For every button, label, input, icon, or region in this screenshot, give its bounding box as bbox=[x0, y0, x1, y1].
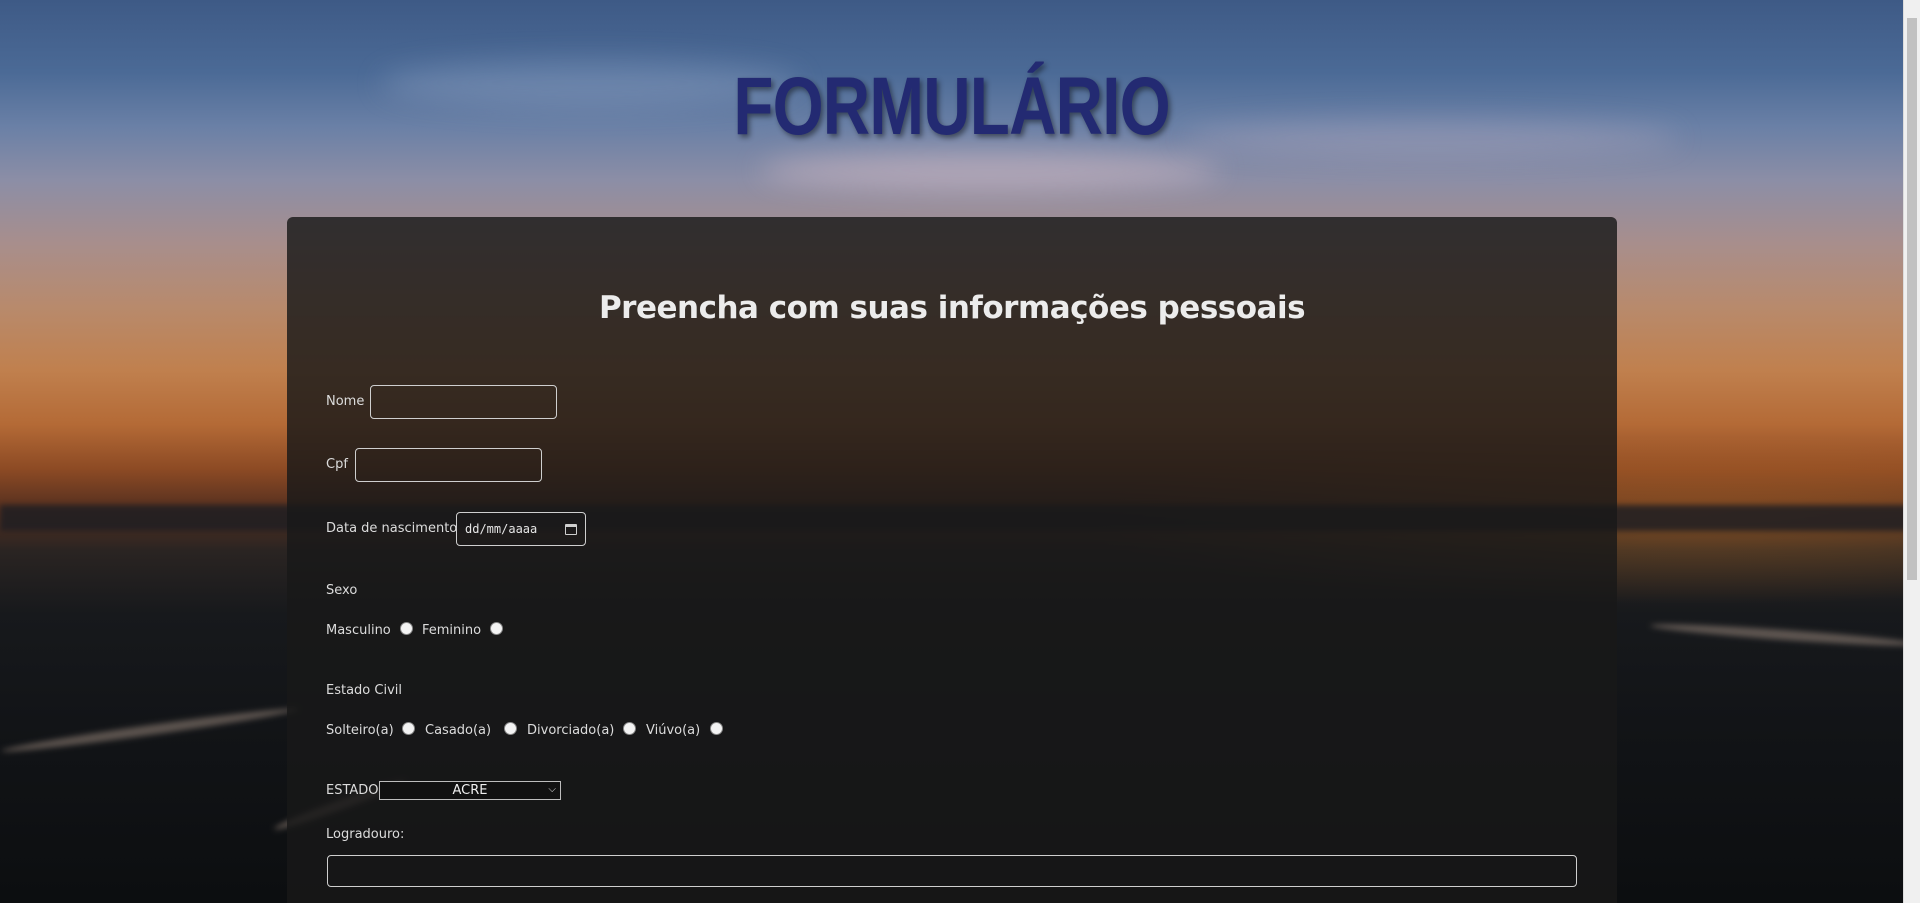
radio-divorciado[interactable] bbox=[623, 722, 636, 735]
radio-solteiro[interactable] bbox=[402, 722, 415, 735]
birthdate-placeholder: dd/mm/aaaa bbox=[465, 522, 538, 536]
estado-civil-label: Estado Civil bbox=[326, 683, 402, 698]
birthdate-input[interactable]: dd/mm/aaaa bbox=[456, 512, 586, 546]
river-decoration bbox=[0, 704, 300, 756]
radio-feminino[interactable] bbox=[490, 622, 503, 635]
logradouro-input[interactable] bbox=[327, 855, 1577, 887]
radio-casado[interactable] bbox=[504, 722, 517, 735]
page-title: FORMULÁRIO bbox=[733, 61, 1170, 152]
sexo-option-label: Feminino bbox=[422, 623, 482, 638]
sexo-option-label: Masculino bbox=[326, 623, 391, 638]
chevron-down-icon: ⌵ bbox=[548, 784, 556, 795]
scrollbar-thumb[interactable] bbox=[1907, 18, 1917, 580]
logradouro-label: Logradouro: bbox=[326, 827, 405, 842]
cloud-decoration bbox=[760, 150, 1220, 190]
radio-viuvo[interactable] bbox=[710, 722, 723, 735]
estado-civil-option-label: Solteiro(a) bbox=[326, 723, 394, 738]
nome-input[interactable] bbox=[370, 385, 557, 419]
river-decoration bbox=[1649, 620, 1920, 650]
form-heading: Preencha com suas informações pessoais bbox=[598, 290, 1306, 326]
nome-label: Nome bbox=[326, 394, 365, 409]
estado-civil-option-label: Viúvo(a) bbox=[646, 723, 701, 738]
estado-selected-value: ACRE bbox=[452, 783, 488, 798]
estado-civil-option-label: Divorciado(a) bbox=[527, 723, 615, 738]
estado-select[interactable]: ACRE ⌵ bbox=[379, 781, 561, 800]
sexo-label: Sexo bbox=[326, 583, 358, 598]
page-scrollbar[interactable] bbox=[1903, 0, 1920, 903]
cpf-label: Cpf bbox=[326, 457, 348, 472]
estado-label: ESTADO bbox=[326, 783, 379, 798]
radio-masculino[interactable] bbox=[400, 622, 413, 635]
nascimento-label: Data de nascimento bbox=[326, 521, 458, 536]
calendar-icon[interactable] bbox=[565, 523, 577, 535]
page-background: FORMULÁRIO Preencha com suas informações… bbox=[0, 0, 1920, 903]
cpf-input[interactable] bbox=[355, 448, 542, 482]
estado-civil-option-label: Casado(a) bbox=[425, 723, 492, 738]
